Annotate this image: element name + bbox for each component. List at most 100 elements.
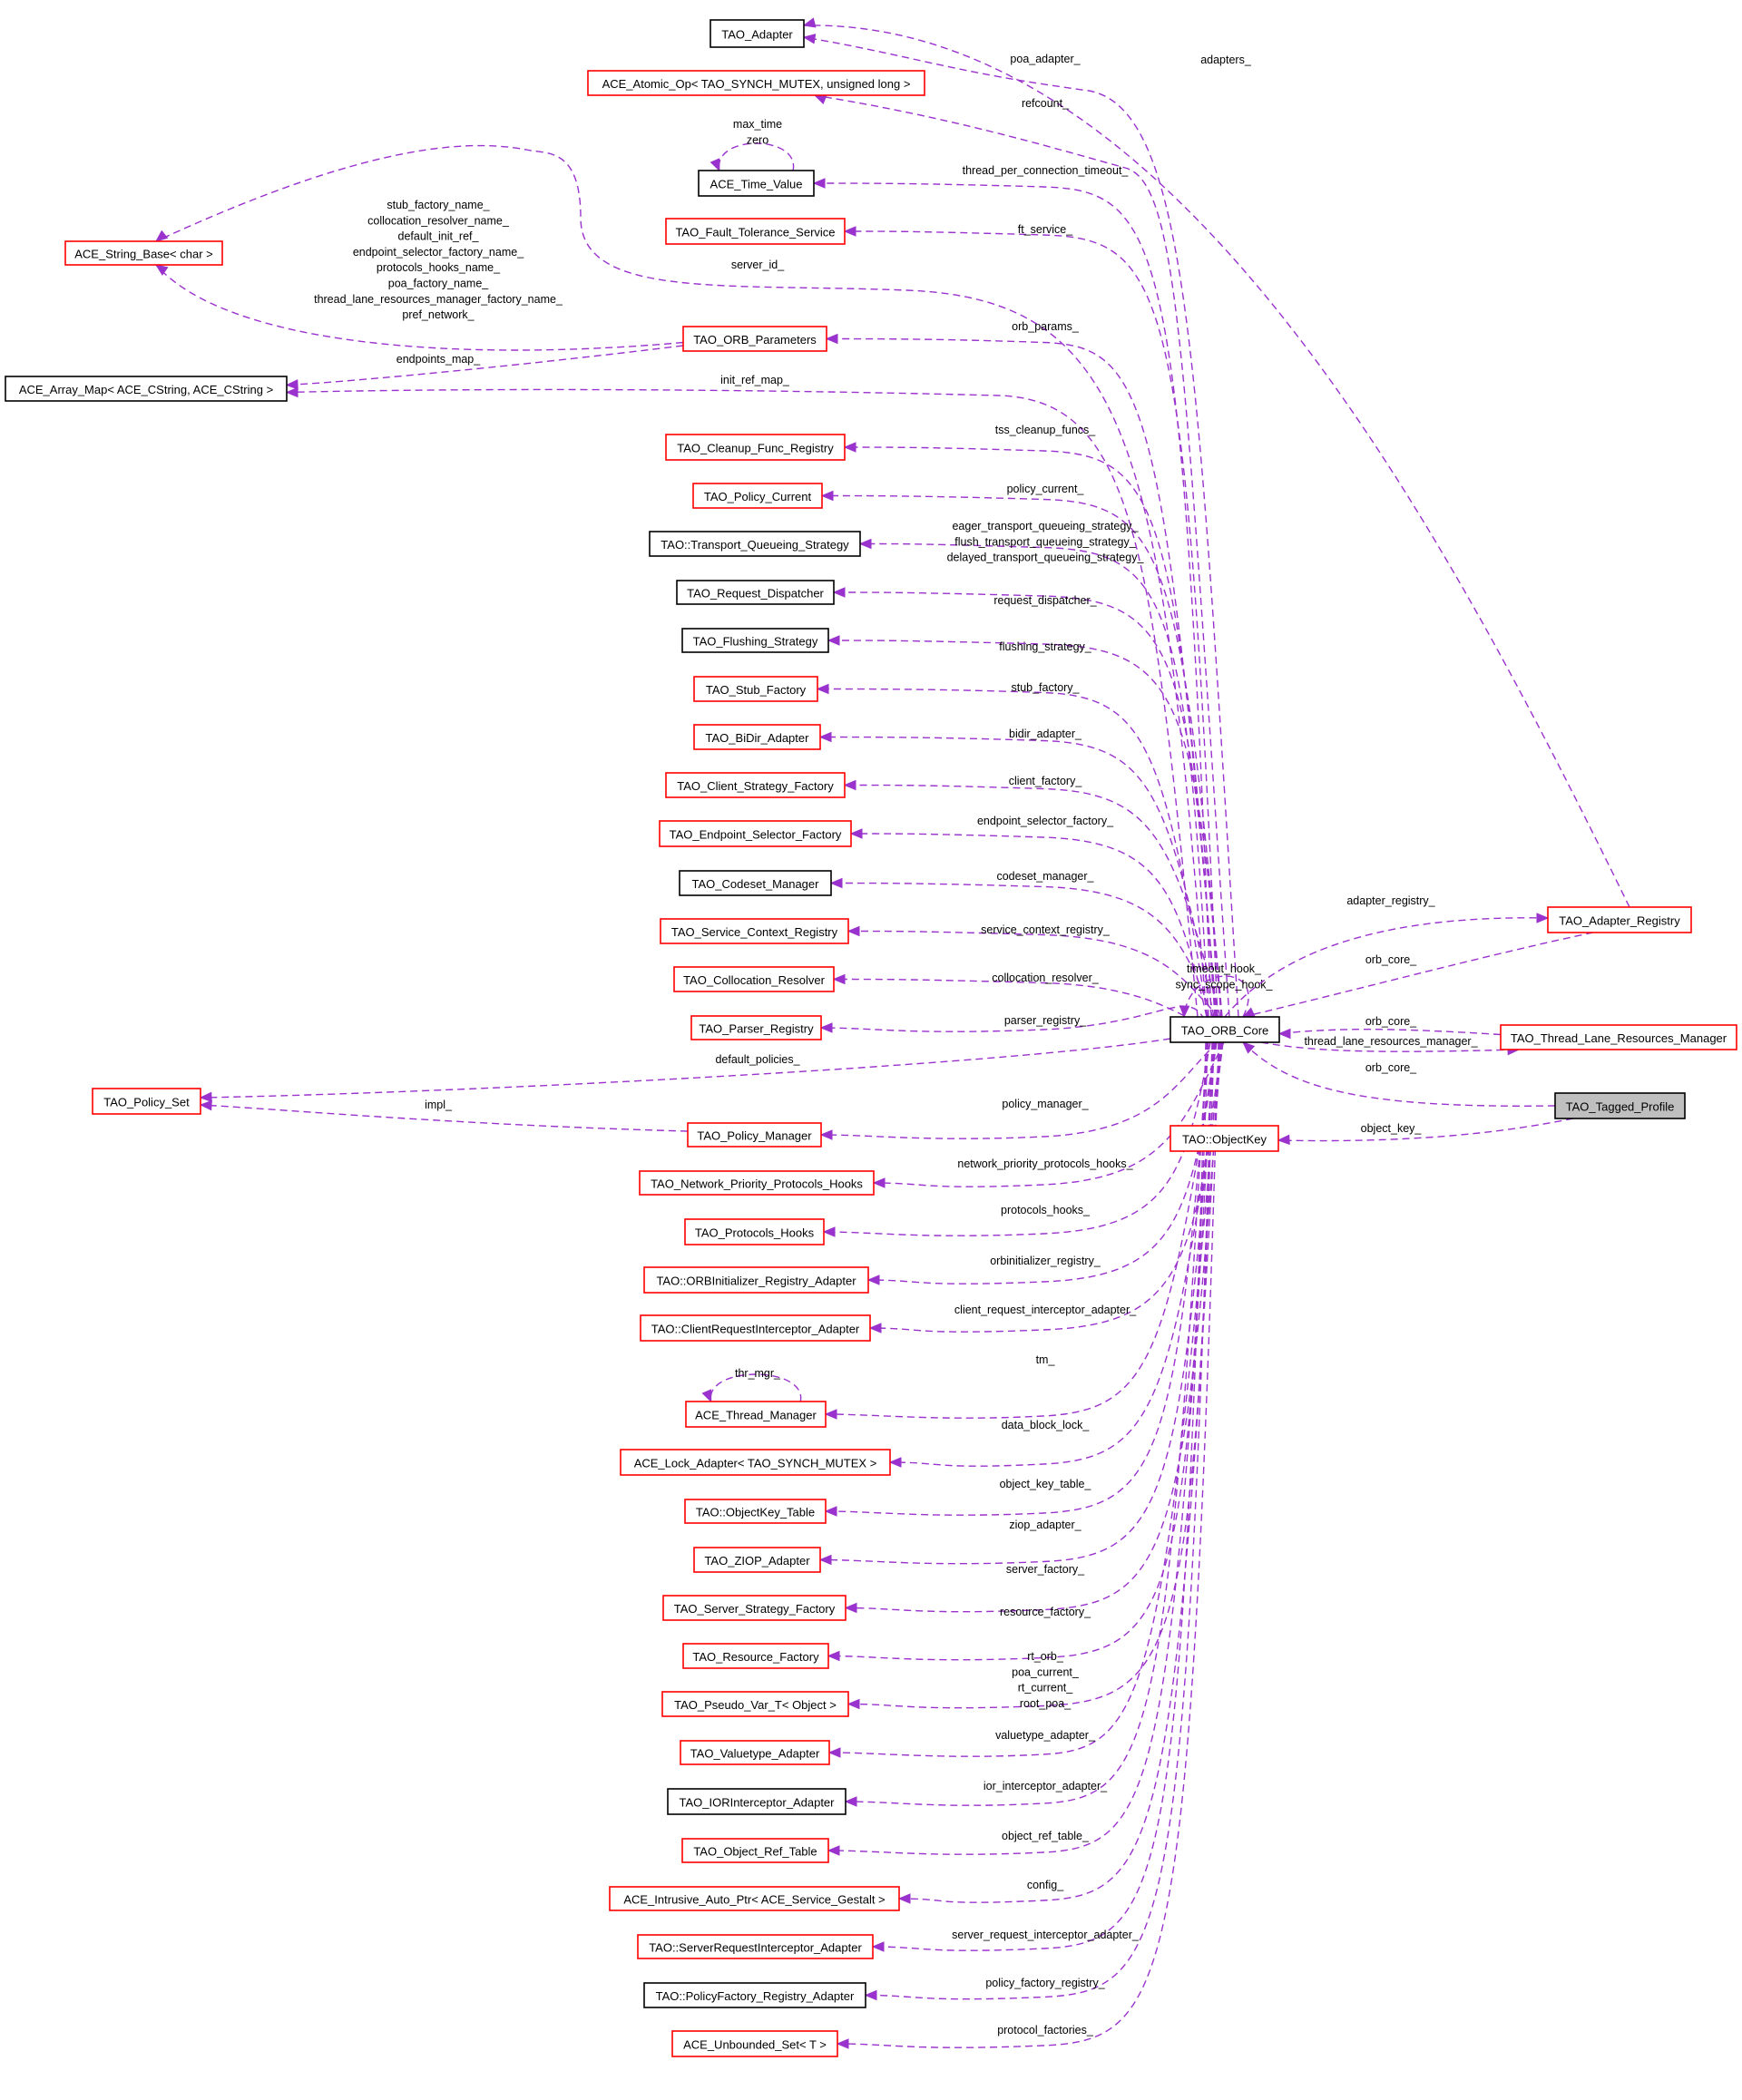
edge-tao_orb_core-to-tao_orb_core[interactable]: timeout_hook_ sync_scope_hook_ [1175, 962, 1274, 1019]
edge-tao_orb_core-to-tao_policy_manager[interactable]: policy_manager_ [819, 1041, 1218, 1140]
edge-tao_tagged_profile-to-tao_objectkey[interactable]: object_key_ [1277, 1118, 1574, 1146]
arrowhead-icon [827, 1845, 840, 1856]
node-tao-adapter-registry[interactable]: TAO_Adapter_Registry [1547, 906, 1692, 933]
node-tao-fault-tolerance-service[interactable]: TAO_Fault_Tolerance_Service [665, 218, 846, 245]
node-tao-orb-core[interactable]: TAO_ORB_Core [1169, 1016, 1280, 1043]
node-tao-iorinterceptor-adapter[interactable]: TAO_IORInterceptor_Adapter [667, 1788, 847, 1815]
node-ace-unbounded-set[interactable]: ACE_Unbounded_Set< T > [671, 2030, 838, 2057]
node-label: ACE_String_Base< char > [74, 248, 212, 261]
node-ace-intrusive-auto-ptr[interactable]: ACE_Intrusive_Auto_Ptr< ACE_Service_Gest… [609, 1886, 900, 1911]
edge-label: root_poa_ [1020, 1697, 1072, 1710]
edge-label: ft_service_ [1018, 223, 1073, 236]
node-ace-atomic-op[interactable]: ACE_Atomic_Op< TAO_SYNCH_MUTEX, unsigned… [587, 70, 925, 96]
node-tao-objectkey[interactable]: TAO::ObjectKey [1169, 1125, 1279, 1152]
node-label: TAO_Protocols_Hooks [695, 1226, 815, 1240]
node-tao-orb-parameters[interactable]: TAO_ORB_Parameters [682, 326, 827, 352]
edge-label: poa_adapter_ [1010, 53, 1081, 65]
node-tao-objectkey-table[interactable]: TAO::ObjectKey_Table [684, 1499, 827, 1524]
edge-line [833, 591, 1216, 1018]
edge-label: client_factory_ [1009, 775, 1083, 787]
arrowhead-icon [819, 1129, 833, 1140]
edge-tao_orb_core-to-tao_thread_lane_resources_manager[interactable]: thread_lane_resources_manager_ [1260, 1035, 1521, 1056]
node-label: TAO::ORBInitializer_Registry_Adapter [656, 1275, 856, 1288]
node-tao-policyfactory-registry-adapter[interactable]: TAO::PolicyFactory_Registry_Adapter [643, 1982, 866, 2008]
node-tao-bidir-adapter[interactable]: TAO_BiDir_Adapter [693, 724, 821, 750]
node-tao-codeset-manager[interactable]: TAO_Codeset_Manager [679, 870, 832, 896]
arrowhead-icon [824, 1409, 837, 1420]
edge-tao_orb_parameters-to-ace_array_map[interactable]: endpoints_map_ [285, 345, 684, 390]
arrowhead-icon [868, 1323, 882, 1333]
node-tao-request-dispatcher[interactable]: TAO_Request_Dispatcher [676, 580, 835, 605]
arrowhead-icon [825, 333, 838, 345]
node-tao-server-strategy-factory[interactable]: TAO_Server_Strategy_Factory [662, 1595, 847, 1621]
node-tao-orbinitializer-registry-adapter[interactable]: TAO::ORBInitializer_Registry_Adapter [643, 1266, 869, 1294]
node-tao-thread-lane-resources-manager[interactable]: TAO_Thread_Lane_Resources_Manager [1500, 1024, 1737, 1050]
node-tao-pseudo-var-t[interactable]: TAO_Pseudo_Var_T< Object > [661, 1691, 849, 1717]
arrowhead-icon [820, 490, 834, 502]
node-tao-adapter[interactable]: TAO_Adapter [710, 19, 805, 48]
node-tao-object-ref-table[interactable]: TAO_Object_Ref_Table [681, 1838, 829, 1863]
node-tao-network-priority-protocols-hooks[interactable]: TAO_Network_Priority_Protocols_Hooks [639, 1170, 875, 1196]
node-label: TAO_Parser_Registry [699, 1022, 814, 1036]
edge-label: policy_current_ [1007, 483, 1085, 495]
arrowhead-icon [1179, 1005, 1190, 1019]
edge-tao_orb_core-to-ace_intrusive_auto_ptr[interactable]: config_ [897, 1041, 1220, 1904]
edge-label: orb_params_ [1012, 320, 1080, 333]
node-tao-parser-registry[interactable]: TAO_Parser_Registry [690, 1015, 822, 1040]
node-tao-stub-factory[interactable]: TAO_Stub_Factory [693, 676, 818, 702]
edge-label: policy_factory_registry_ [985, 1977, 1105, 1989]
node-tao-client-strategy-factory[interactable]: TAO_Client_Strategy_Factory [665, 772, 846, 798]
edge-tao_policy_manager-to-tao_policy_set[interactable]: impl_ [199, 1099, 689, 1132]
edge-tao_adapter_registry-to-tao_adapter[interactable]: adapters_ [802, 17, 1630, 908]
node-tao-collocation-resolver[interactable]: TAO_Collocation_Resolver [673, 966, 835, 992]
edge-tao_orb_core-to-tao_parser_registry[interactable]: parser_registry_ [819, 1005, 1213, 1043]
node-tao-cleanup-func-registry[interactable]: TAO_Cleanup_Func_Registry [665, 434, 846, 461]
edge-tao_orb_core-to-tao_endpoint_selector_factory[interactable]: endpoint_selector_factory_ [849, 815, 1208, 1018]
edge-tao_orb_core-to-tao_policy_set[interactable]: default_policies_ [199, 1038, 1171, 1103]
node-ace-string-base[interactable]: ACE_String_Base< char > [64, 240, 223, 266]
edge-label: stub_factory_name_ [387, 199, 490, 211]
node-tao-valuetype-adapter[interactable]: TAO_Valuetype_Adapter [680, 1740, 830, 1765]
node-tao-protocols-hooks[interactable]: TAO_Protocols_Hooks [684, 1218, 825, 1245]
edge-tao_orb_core-to-tao_protocols_hooks[interactable]: protocols_hooks_ [822, 1041, 1211, 1237]
edge-label: poa_factory_name_ [388, 278, 490, 290]
node-tao-service-context-registry[interactable]: TAO_Service_Context_Registry [660, 918, 849, 944]
edge-label: tss_cleanup_funcs_ [995, 424, 1097, 436]
node-tao-policy-manager[interactable]: TAO_Policy_Manager [687, 1122, 822, 1148]
edge-tao_orb_core-to-tao_objectkey_table[interactable]: object_key_table_ [824, 1041, 1209, 1517]
edge-tao_orb_core-to-tao_service_context_registry[interactable]: service_context_registry_ [847, 923, 1220, 1018]
node-tao-transport-queueing-strategy[interactable]: TAO::Transport_Queueing_Strategy [649, 531, 861, 557]
edge-ace_thread_manager-to-ace_thread_manager[interactable]: thr_mgr_ [701, 1367, 802, 1403]
edge-tao_orb_parameters-to-ace_string_base[interactable]: stub_factory_name_ collocation_resolver_n… [154, 199, 684, 351]
edge-tao_adapter_registry-to-tao_orb_core[interactable]: orb_core_ [1241, 932, 1594, 1018]
node-tao-ziop-adapter[interactable]: TAO_ZIOP_Adapter [693, 1547, 821, 1573]
node-ace-time-value[interactable]: ACE_Time_Value [698, 170, 815, 197]
node-tao-policy-current[interactable]: TAO_Policy_Current [692, 483, 823, 509]
node-tao-tagged-profile[interactable]: TAO_Tagged_Profile [1554, 1092, 1686, 1119]
node-ace-thread-manager[interactable]: ACE_Thread_Manager [685, 1401, 827, 1428]
node-tao-policy-set[interactable]: TAO_Policy_Set [92, 1088, 201, 1115]
edge-label: pref_network_ [402, 308, 475, 321]
edge-ace_time_value-to-ace_time_value[interactable]: max_timezero [710, 118, 795, 172]
edge-tao_orb_core-to-tao_serverrequestinterceptor_adapter[interactable]: server_request_interceptor_adapter_ [871, 1041, 1207, 1952]
edge-tao_orb_core-to-tao_network_priority_protocols_hooks[interactable]: network_priority_protocols_hooks_ [872, 1041, 1225, 1188]
edge-label: thread_per_connection_timeout_ [963, 164, 1130, 177]
collaboration-graph: poa_adapter_ adapters_ refcount_ max_timeze… [5, 17, 1737, 2057]
node-tao-clientrequestinterceptor-adapter[interactable]: TAO::ClientRequestInterceptor_Adapter [640, 1314, 871, 1342]
node-ace-array-map[interactable]: ACE_Array_Map< ACE_CString, ACE_CString … [5, 376, 288, 402]
edge-line [828, 1041, 1221, 1757]
edge-tao_orb_core-to-tao_valuetype_adapter[interactable]: valuetype_adapter_ [827, 1041, 1221, 1758]
node-tao-endpoint-selector-factory[interactable]: TAO_Endpoint_Selector_Factory [659, 820, 852, 847]
node-ace-lock-adapter[interactable]: ACE_Lock_Adapter< TAO_SYNCH_MUTEX > [620, 1449, 891, 1476]
node-tao-serverrequestinterceptor-adapter[interactable]: TAO::ServerRequestInterceptor_Adapter [637, 1934, 874, 1959]
arrowhead-icon [872, 1177, 886, 1188]
node-tao-resource-factory[interactable]: TAO_Resource_Factory [682, 1643, 829, 1669]
edge-tao_orb_core-to-tao_codeset_manager[interactable]: codeset_manager_ [829, 870, 1214, 1018]
node-tao-flushing-strategy[interactable]: TAO_Flushing_Strategy [681, 628, 829, 653]
edge-tao_orb_core-to-ace_time_value[interactable]: thread_per_connection_timeout_ [812, 164, 1212, 1018]
node-label: TAO_Codeset_Manager [692, 877, 820, 891]
edge-line [844, 230, 1218, 1018]
arrowhead-icon [888, 1457, 902, 1468]
arrowhead-icon [818, 1554, 832, 1566]
arrowhead-icon [285, 386, 298, 398]
